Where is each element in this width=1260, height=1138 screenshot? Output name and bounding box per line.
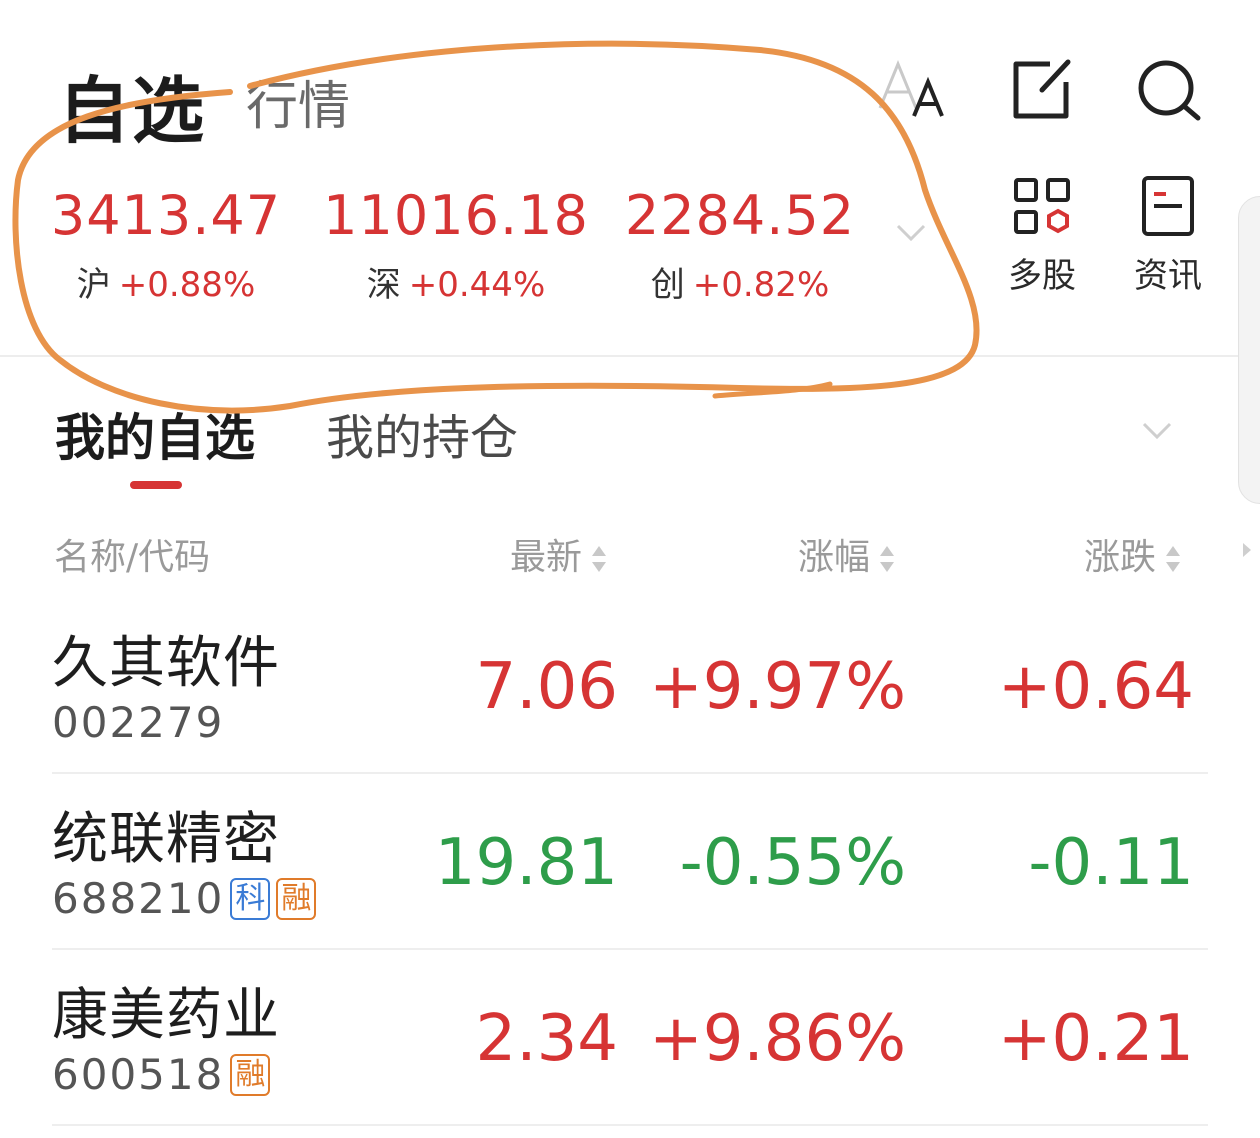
margin-badge: 融 — [230, 1053, 271, 1096]
subtab-watchlist[interactable]: 我的自选 — [55, 398, 255, 470]
index-change: +0.44% — [408, 265, 546, 305]
multi-stock-label: 多股 — [1008, 256, 1076, 296]
sort-icon — [1164, 542, 1182, 576]
stock-change-pct: +9.86% — [649, 1002, 906, 1076]
stock-name: 统联精密 — [52, 807, 280, 872]
index-change: +0.82% — [692, 265, 830, 305]
index-chinext[interactable]: 2284.52 创 +0.82% — [590, 184, 890, 306]
header-divider — [0, 355, 1260, 357]
sort-icon — [590, 542, 608, 576]
index-value: 2284.52 — [624, 184, 856, 247]
stock-change-amt: +0.21 — [997, 1002, 1194, 1076]
subtab-positions[interactable]: 我的持仓 — [326, 398, 518, 468]
news-label: 资讯 — [1134, 256, 1202, 296]
stock-code: 002279 — [52, 698, 225, 747]
column-latest-label: 最新 — [510, 537, 583, 578]
index-shenzhen[interactable]: 11016.18 深 +0.44% — [306, 184, 606, 306]
tab-market[interactable]: 行情 — [246, 64, 350, 139]
news-button[interactable]: 资讯 — [1120, 174, 1216, 297]
sort-icon — [878, 542, 896, 576]
stock-price: 7.06 — [475, 650, 619, 724]
stock-code-line: 600518 融 — [52, 1050, 271, 1099]
table-row[interactable]: 康美药业 600518 融 2.34 +9.86% +0.21 — [52, 950, 1208, 1126]
row-divider — [52, 1124, 1208, 1126]
stock-price: 19.81 — [434, 826, 618, 900]
stock-code: 600518 — [52, 1050, 225, 1099]
stock-change-pct: -0.55% — [679, 826, 906, 900]
stock-name: 久其软件 — [52, 631, 280, 696]
index-shanghai[interactable]: 3413.47 沪 +0.88% — [16, 184, 316, 306]
multi-stock-button[interactable]: 多股 — [994, 174, 1090, 297]
active-tab-indicator — [130, 481, 182, 489]
stock-change-pct: +9.97% — [649, 650, 906, 724]
search-icon[interactable] — [1134, 56, 1204, 126]
side-drawer-handle[interactable] — [1238, 196, 1260, 504]
stock-change-amt: -0.11 — [1028, 826, 1194, 900]
table-row[interactable]: 统联精密 688210 科 融 19.81 -0.55% -0.11 — [52, 774, 1208, 950]
column-change-amt-label: 涨跌 — [1084, 537, 1157, 578]
table-row[interactable]: 久其软件 002279 7.06 +9.97% +0.64 — [52, 598, 1208, 774]
chevron-down-icon[interactable] — [894, 216, 928, 250]
font-size-icon[interactable] — [876, 58, 946, 128]
stock-price: 2.34 — [475, 1002, 619, 1076]
chevron-down-icon[interactable] — [1140, 414, 1174, 448]
margin-badge: 融 — [276, 877, 317, 920]
column-latest[interactable]: 最新 — [510, 528, 608, 580]
column-change-amt[interactable]: 涨跌 — [1084, 528, 1182, 580]
multi-stock-icon — [994, 174, 1090, 242]
index-name: 深 — [366, 265, 401, 305]
index-value: 3413.47 — [50, 184, 282, 247]
tab-watchlist[interactable]: 自选 — [58, 52, 206, 157]
index-name: 创 — [650, 265, 685, 305]
star-market-badge: 科 — [230, 877, 271, 920]
edit-icon[interactable] — [1006, 56, 1076, 126]
index-change: +0.88% — [118, 265, 256, 305]
stock-name: 康美药业 — [52, 983, 280, 1048]
stock-code: 688210 — [52, 874, 225, 923]
index-value: 11016.18 — [323, 184, 589, 247]
scroll-right-icon[interactable] — [1240, 540, 1254, 560]
column-name-code: 名称/代码 — [54, 537, 211, 578]
index-name: 沪 — [76, 265, 111, 305]
column-change-pct[interactable]: 涨幅 — [798, 528, 896, 580]
stock-code-line: 002279 — [52, 698, 224, 747]
stock-change-amt: +0.64 — [997, 650, 1194, 724]
news-icon — [1120, 174, 1216, 242]
column-change-pct-label: 涨幅 — [798, 537, 871, 578]
stock-code-line: 688210 科 融 — [52, 874, 317, 923]
